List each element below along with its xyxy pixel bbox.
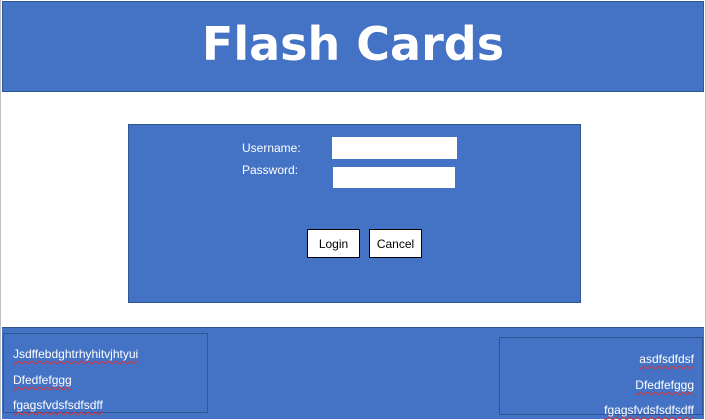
footer-left-line: fgagsfvdsfsdfsdff	[13, 398, 103, 412]
login-panel: Username: Password: Login Cancel	[128, 124, 581, 303]
app-title: Flash Cards	[201, 16, 505, 71]
footer-left-line: Jsdffebdghtrhyhitvjhtyui	[13, 347, 139, 361]
login-screen: Flash Cards Username: Password: Login Ca…	[0, 0, 706, 420]
footer-left-line: Dfedfefggg	[13, 373, 72, 387]
footer-right-line: Dfedfefggg	[635, 378, 694, 392]
footer-right-box: asdfsdfdsf Dfedfefggg fgagsfvdsfsdfsdff	[499, 337, 703, 417]
cancel-button[interactable]: Cancel	[369, 229, 422, 258]
login-button[interactable]: Login	[307, 229, 360, 258]
username-input[interactable]	[332, 137, 457, 159]
footer-right-line: asdfsdfdsf	[639, 352, 694, 366]
footer-left-box: Jsdffebdghtrhyhitvjhtyui Dfedfefggg fgag…	[3, 333, 208, 413]
footer-right-line: fgagsfvdsfsdfsdff	[604, 403, 694, 417]
password-input[interactable]	[333, 167, 455, 188]
app-header: Flash Cards	[2, 1, 704, 92]
password-label: Password:	[242, 163, 299, 177]
username-label: Username:	[242, 141, 301, 155]
footer: Jsdffebdghtrhyhitvjhtyui Dfedfefggg fgag…	[2, 327, 704, 419]
